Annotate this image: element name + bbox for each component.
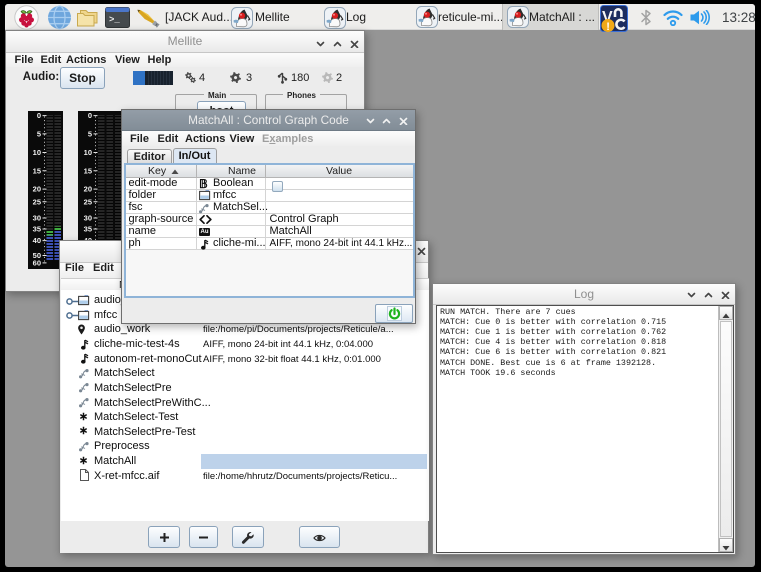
svg-text:10: 10 <box>32 148 40 157</box>
svg-text:0: 0 <box>36 111 40 120</box>
svg-text:>_: >_ <box>109 15 120 25</box>
svg-text:35: 35 <box>32 225 40 234</box>
svg-text:25: 25 <box>83 197 91 206</box>
svg-text:40: 40 <box>32 236 40 245</box>
svg-text:20: 20 <box>32 185 40 194</box>
svg-text:!: ! <box>606 21 610 32</box>
svg-text:35: 35 <box>83 225 91 234</box>
svg-text:5: 5 <box>36 130 40 139</box>
svg-text:25: 25 <box>32 197 40 206</box>
svg-text:30: 30 <box>83 214 91 223</box>
svg-text:15: 15 <box>83 166 91 175</box>
svg-text:10: 10 <box>83 148 91 157</box>
svg-text:60: 60 <box>32 258 40 267</box>
svg-text:30: 30 <box>32 214 40 223</box>
svg-text:0: 0 <box>87 111 91 120</box>
svg-text:15: 15 <box>32 166 40 175</box>
svg-text:5: 5 <box>87 130 91 139</box>
svg-text:20: 20 <box>83 185 91 194</box>
